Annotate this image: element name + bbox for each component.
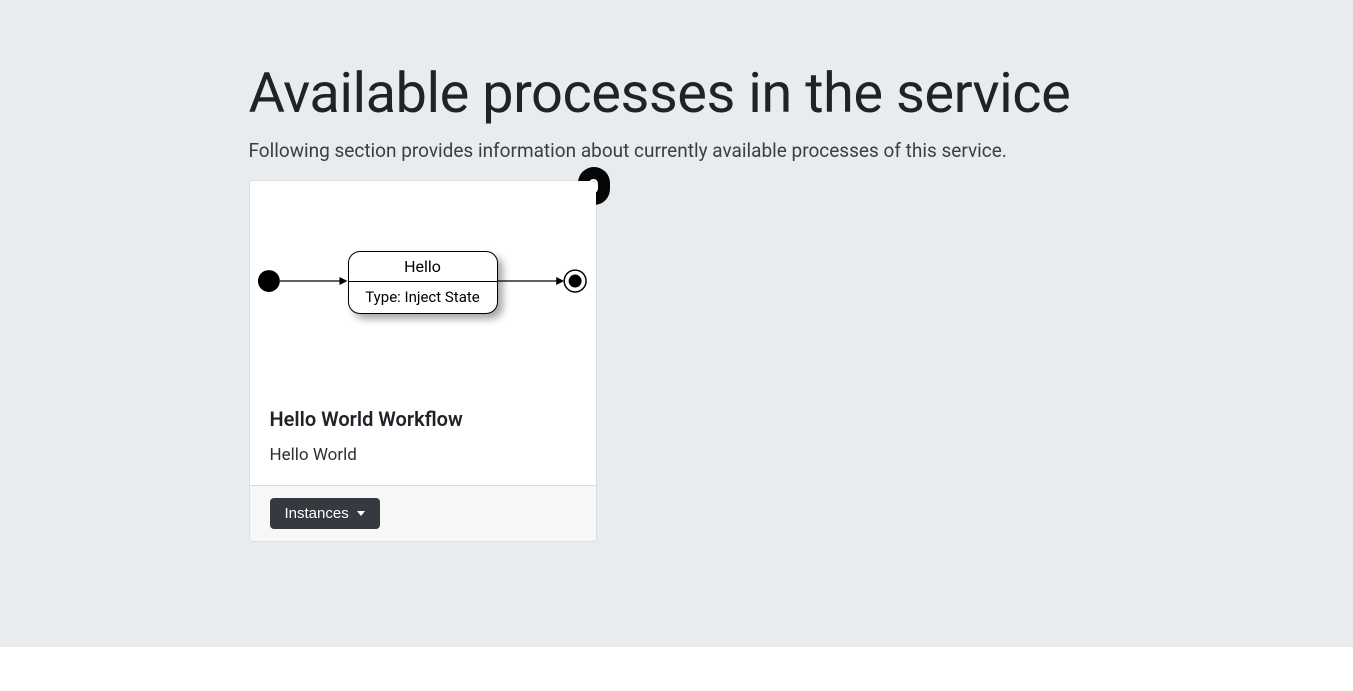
card-body: Hello World Workflow Hello World <box>250 387 596 485</box>
bottom-strip <box>0 647 1353 691</box>
start-node-icon <box>257 270 279 292</box>
state-type: Type: Inject State <box>349 282 497 313</box>
card-description: Hello World <box>270 445 576 465</box>
process-card: 0 <box>249 180 597 542</box>
card-footer: Instances <box>250 485 596 541</box>
end-node-inner-icon <box>568 275 581 288</box>
state-name: Hello <box>349 252 497 282</box>
content-container: Available processes in the service Follo… <box>249 0 1105 542</box>
instances-button[interactable]: Instances <box>270 498 380 529</box>
page-wrapper: Available processes in the service Follo… <box>0 0 1353 647</box>
card-title: Hello World Workflow <box>270 407 576 431</box>
page-title: Available processes in the service <box>249 60 1105 127</box>
chevron-down-icon <box>357 511 365 516</box>
state-box: Hello Type: Inject State <box>348 251 498 314</box>
arrowhead-icon <box>339 277 347 285</box>
cards-row: 0 <box>249 180 1105 542</box>
workflow-diagram: Hello Type: Inject State <box>250 181 596 387</box>
arrowhead-icon <box>556 277 564 285</box>
instances-button-label: Instances <box>285 505 349 522</box>
page-subtitle: Following section provides information a… <box>249 139 1105 162</box>
